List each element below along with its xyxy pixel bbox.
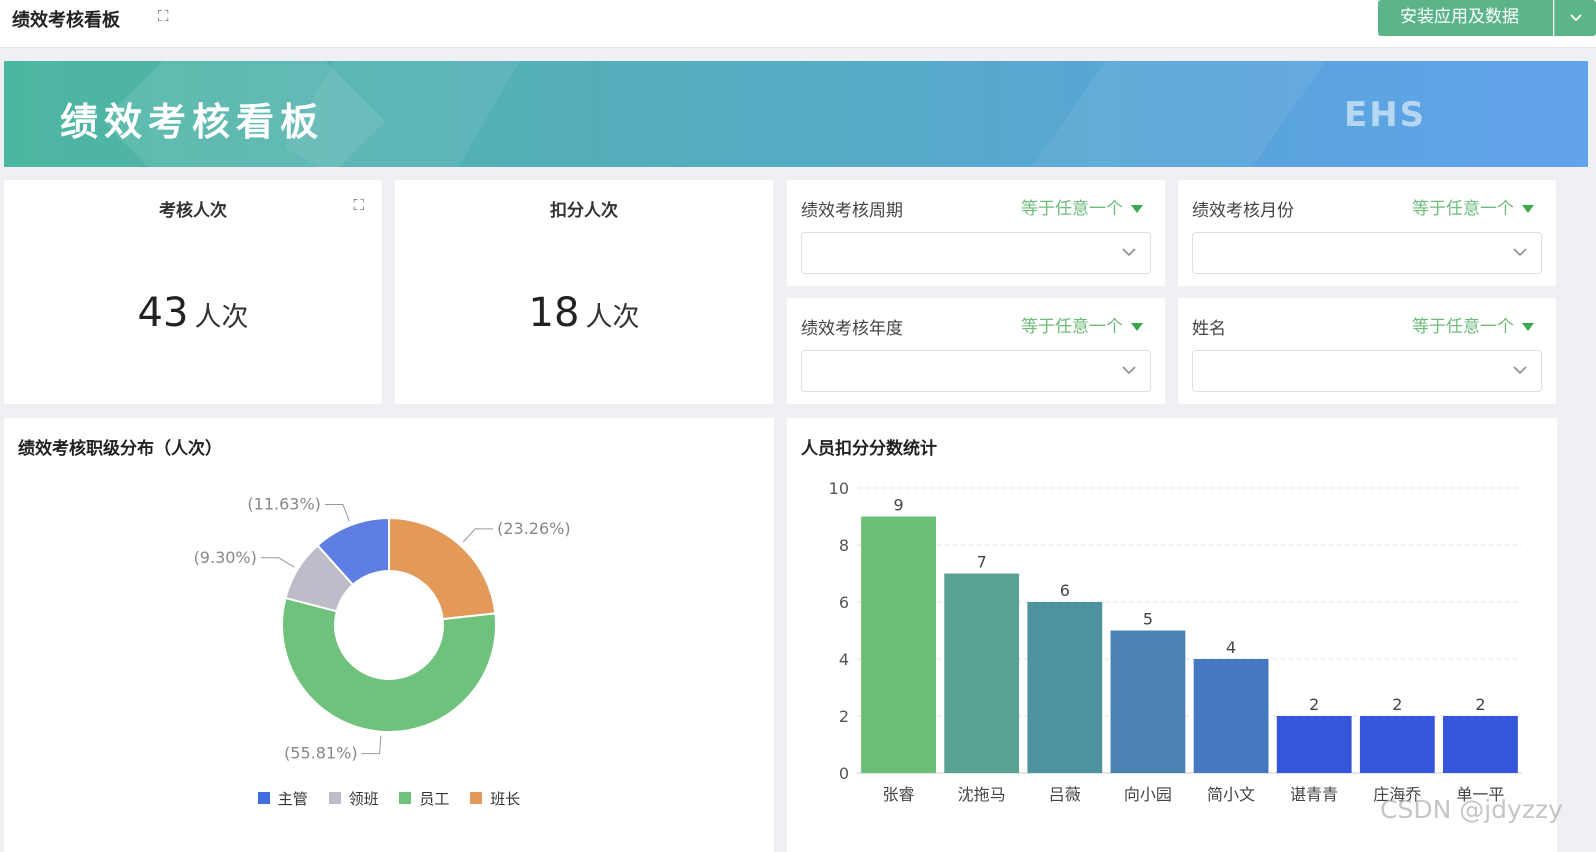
- filter-operator-dropdown[interactable]: 等于任意一个: [1021, 194, 1143, 219]
- filter-operator-dropdown[interactable]: 等于任意一个: [1021, 312, 1143, 337]
- x-tick-label: 简小文: [1207, 785, 1255, 804]
- filter-label: 绩效考核年度: [801, 319, 903, 339]
- chevron-down-icon: [1513, 366, 1527, 375]
- pie-label-line: [324, 504, 350, 522]
- filter-value-select[interactable]: [801, 232, 1151, 274]
- bar-谌青青[interactable]: [1276, 716, 1352, 773]
- chevron-down-icon: [1513, 248, 1527, 257]
- filter-value-select[interactable]: [1192, 350, 1542, 392]
- banner-title: 绩效考核看板: [60, 100, 325, 144]
- filter-operator-label: 等于任意一个: [1412, 317, 1514, 337]
- install-app-button[interactable]: 安装应用及数据: [1378, 0, 1553, 36]
- kpi-number: 18: [528, 290, 580, 336]
- bar-value-label: 2: [1392, 695, 1402, 714]
- pie-label-line: [260, 557, 295, 568]
- top-bar: 绩效考核看板 ⛶ 安装应用及数据: [0, 0, 1596, 48]
- pie-slice-label: (55.81%): [284, 744, 358, 763]
- caret-down-icon: [1131, 205, 1143, 213]
- pie-chart-card: 绩效考核职级分布（人次） (23.26%) (55.81%) (9.30%) (11.…: [4, 418, 774, 852]
- bar-value-label: 5: [1143, 610, 1153, 629]
- legend-item[interactable]: 主管: [257, 788, 308, 809]
- kpi-title: 考核人次: [159, 201, 227, 221]
- bar-value-label: 9: [893, 496, 903, 515]
- fullscreen-icon[interactable]: ⛶: [158, 6, 178, 26]
- kpi-unit: 人次: [585, 302, 640, 333]
- bar-庄海乔[interactable]: [1359, 716, 1435, 773]
- filter-name: 姓名 等于任意一个: [1178, 298, 1556, 404]
- filter-assessment-month: 绩效考核月份 等于任意一个: [1178, 180, 1556, 286]
- kpi-card-deductions: 扣分人次 18 人次: [395, 180, 773, 404]
- pie-slice-label: (11.63%): [247, 495, 321, 514]
- kpi-title: 扣分人次: [550, 201, 618, 221]
- bar-向小园[interactable]: [1110, 630, 1186, 774]
- filter-assessment-period: 绩效考核周期 等于任意一个: [787, 180, 1165, 286]
- y-tick-label: 6: [839, 593, 849, 612]
- caret-down-icon: [1522, 205, 1534, 213]
- filter-label: 姓名: [1192, 319, 1226, 339]
- install-dropdown-button[interactable]: [1554, 0, 1596, 36]
- legend-item[interactable]: 员工: [399, 788, 449, 809]
- y-tick-label: 2: [839, 707, 849, 726]
- dashboard-banner: 绩效考核看板 EHS: [4, 61, 1588, 167]
- bar-简小文[interactable]: [1193, 659, 1269, 773]
- bar-吕薇[interactable]: [1027, 602, 1103, 773]
- caret-down-icon: [1131, 323, 1143, 331]
- bar-张睿[interactable]: [861, 516, 936, 774]
- x-tick-label: 向小园: [1124, 785, 1172, 804]
- filter-operator-label: 等于任意一个: [1021, 317, 1123, 337]
- filter-label: 绩效考核月份: [1192, 201, 1294, 221]
- x-tick-label: 谌青青: [1290, 785, 1338, 804]
- pie-label-line: [462, 528, 494, 543]
- bar-value-label: 2: [1309, 695, 1319, 714]
- legend-item[interactable]: 班长: [470, 788, 520, 809]
- kpi-value: 18 人次: [395, 290, 773, 336]
- y-tick-label: 8: [839, 536, 849, 555]
- kpi-value: 43 人次: [4, 290, 382, 336]
- bar-沈拖马[interactable]: [944, 573, 1020, 774]
- filter-operator-label: 等于任意一个: [1021, 199, 1123, 219]
- y-tick-label: 0: [839, 764, 849, 783]
- filter-operator-label: 等于任意一个: [1412, 199, 1514, 219]
- y-tick-label: 4: [839, 650, 849, 669]
- filter-value-select[interactable]: [801, 350, 1151, 392]
- chevron-down-icon: [1122, 366, 1136, 375]
- pie-slice-员工[interactable]: [281, 596, 497, 733]
- filter-label: 绩效考核周期: [801, 201, 903, 221]
- bar-value-label: 7: [977, 553, 987, 572]
- pie-label-line: [361, 735, 382, 755]
- bar-value-label: 6: [1060, 581, 1070, 600]
- filter-operator-dropdown[interactable]: 等于任意一个: [1412, 194, 1534, 219]
- pie-slice-label: (9.30%): [194, 548, 257, 567]
- caret-down-icon: [1522, 323, 1534, 331]
- x-tick-label: 吕薇: [1049, 785, 1081, 804]
- kpi-number: 43: [137, 290, 189, 336]
- chevron-down-icon: [1122, 248, 1136, 257]
- fullscreen-icon[interactable]: ⛶: [353, 196, 364, 214]
- chart-legend: 主管 领班 员工 班长: [4, 788, 774, 809]
- filter-value-select[interactable]: [1192, 232, 1542, 274]
- chevron-down-icon: [1569, 14, 1582, 22]
- bar-chart: 02468109张睿7沈拖马6吕薇5向小园4简小文2谌青青2庄海乔2单一平: [829, 479, 1522, 804]
- kpi-card-assessments: 考核人次 ⛶ 43 人次: [4, 180, 382, 404]
- y-tick-label: 10: [829, 479, 849, 498]
- ehs-logo: EHS: [1344, 95, 1427, 135]
- chart-title: 人员扣分分数统计: [801, 439, 937, 459]
- bar-value-label: 2: [1475, 695, 1485, 714]
- bar-value-label: 4: [1226, 638, 1236, 657]
- watermark-text: CSDN @jdyzzy: [1380, 795, 1563, 824]
- filter-operator-dropdown[interactable]: 等于任意一个: [1412, 312, 1534, 337]
- kpi-unit: 人次: [194, 302, 249, 333]
- chart-title: 绩效考核职级分布（人次）: [18, 439, 222, 459]
- donut-chart: (23.26%) (55.81%) (9.30%) (11.63%): [194, 495, 571, 763]
- bar-chart-card: 人员扣分分数统计 0 2 4 6 8 10 9 张睿 7 沈拖马 6 吕薇 5 向小园 4 简小文 2 谌青青 2 庄…: [787, 418, 1557, 852]
- pie-slice-班长[interactable]: [388, 516, 497, 621]
- x-tick-label: 沈拖马: [958, 785, 1006, 804]
- page-title: 绩效考核看板: [12, 10, 120, 31]
- x-tick-label: 张睿: [883, 785, 915, 804]
- legend-item[interactable]: 领班: [328, 788, 379, 809]
- filter-assessment-year: 绩效考核年度 等于任意一个: [787, 298, 1165, 404]
- pie-slice-label: (23.26%): [497, 519, 571, 538]
- bar-单一平[interactable]: [1443, 716, 1518, 773]
